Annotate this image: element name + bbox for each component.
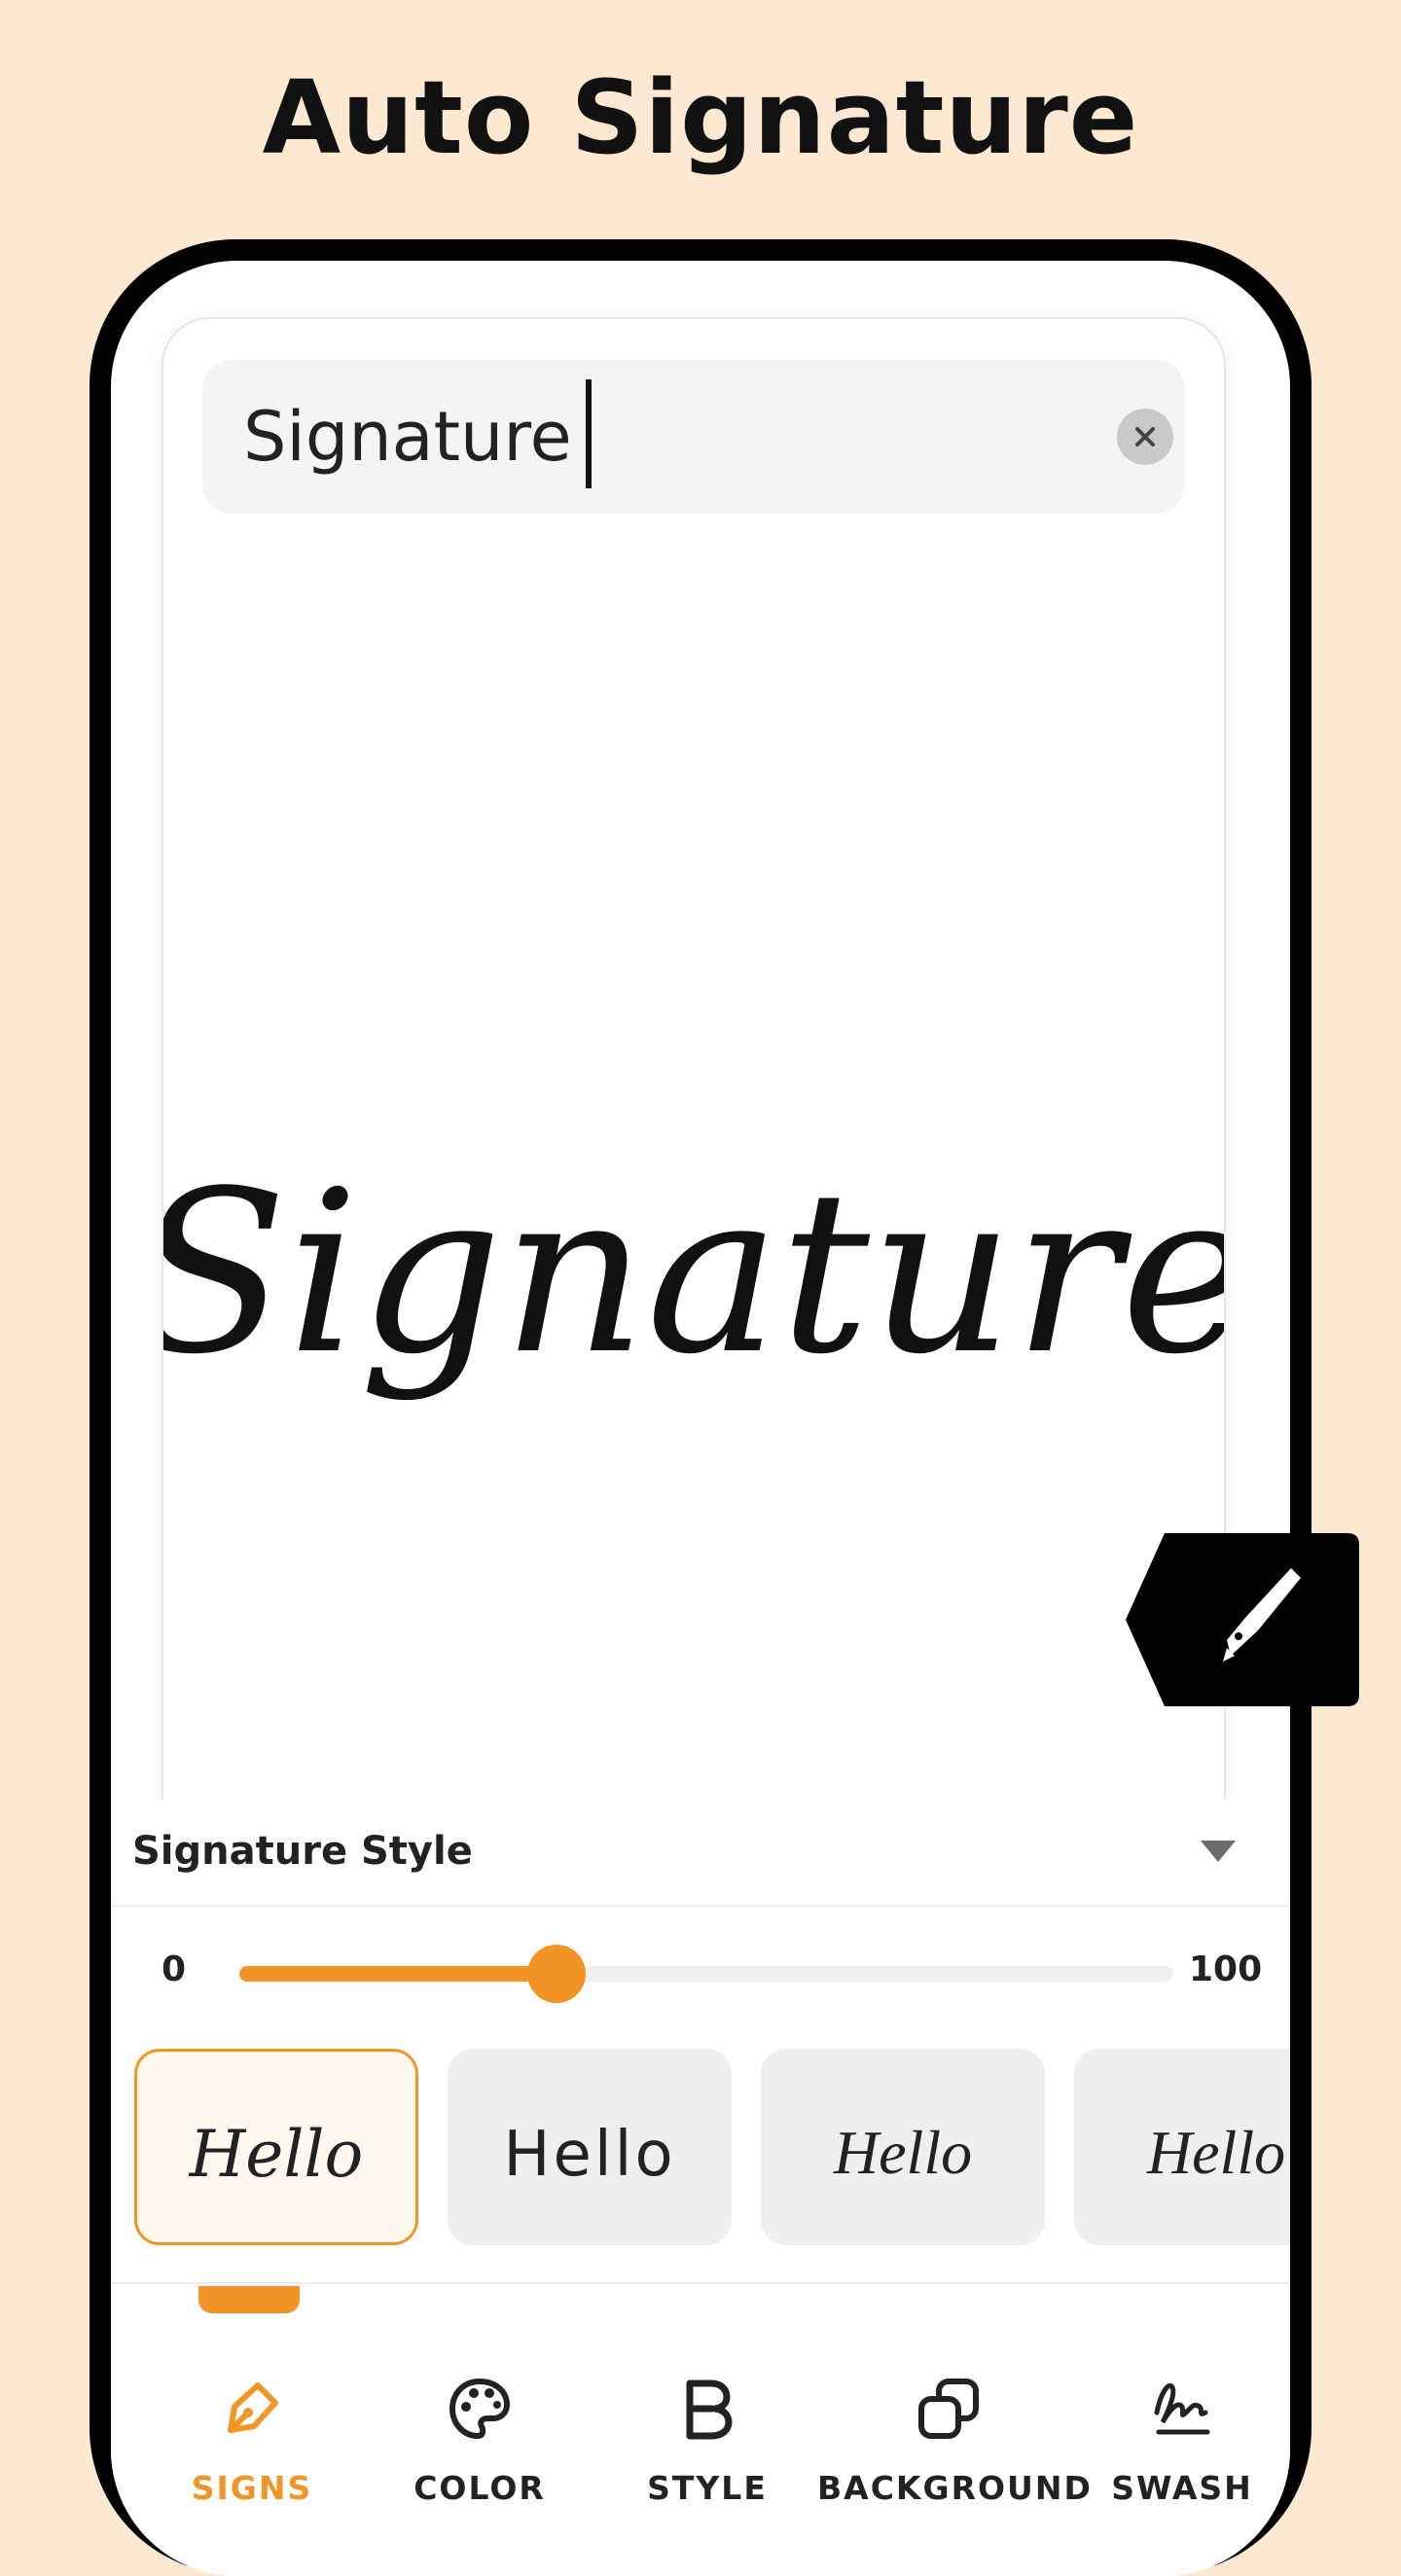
style-option-label: Hello [833,2118,972,2187]
nav-item-style[interactable]: STYLE [599,2286,815,2520]
panel-header[interactable]: Signature Style [111,1800,1290,1907]
style-option-label: Hello [503,2119,675,2191]
style-options: Hello Hello Hello Hello [111,2049,1290,2253]
app-screen: Signature Signature Style 0 100 [111,261,1290,2576]
signature-preview: Signature [134,1117,1253,1467]
slider-min-label: 0 [162,1950,187,1989]
nav-label-background: BACKGROUND [817,2469,1093,2507]
nav-label-signs: SIGNS [191,2469,313,2507]
size-slider-row: 0 100 [111,1907,1290,2033]
text-caret [586,379,592,488]
nav-item-color[interactable]: COLOR [372,2286,588,2520]
signature-input[interactable] [243,360,1060,514]
nav-item-swash[interactable]: SWASH [1090,2286,1275,2520]
slider-max-label: 100 [1189,1950,1263,1989]
nav-item-signs[interactable]: SIGNS [144,2286,360,2520]
size-slider-fill [239,1966,557,1982]
swash-icon [1154,2383,1210,2435]
signature-preview-text: Signature [163,1144,1224,1404]
style-option-2[interactable]: Hello [448,2049,732,2245]
nav-label-style: STYLE [647,2469,768,2507]
signature-text-field[interactable] [202,360,1185,514]
panel-title: Signature Style [132,1829,473,1874]
panel-divider [111,2282,1290,2284]
style-option-1[interactable]: Hello [134,2049,418,2245]
nav-item-background[interactable]: BACKGROUND [817,2286,1093,2520]
signature-pen-button[interactable] [1126,1533,1359,1706]
bottom-nav: SIGNS COLOR STYLE BACKGROUND SWASH [111,2286,1290,2576]
style-option-label: Hello [189,2117,364,2192]
nav-label-color: COLOR [413,2469,546,2507]
style-panel: Signature Style 0 100 Hello Hello Hello … [111,1800,1290,2576]
style-option-4[interactable]: Hello [1074,2049,1290,2245]
palette-icon [449,2379,510,2439]
hero-title: Auto Signature [262,58,1139,177]
nav-label-swash: SWASH [1111,2469,1253,2507]
layers-icon [918,2379,979,2439]
style-option-3[interactable]: Hello [761,2049,1045,2245]
clear-text-button[interactable] [1117,409,1173,465]
size-slider-track[interactable] [239,1945,1173,2003]
phone-frame: Signature Signature Style 0 100 [90,239,1311,2576]
caret-down-icon[interactable] [1199,1839,1238,1864]
size-slider-thumb[interactable] [527,1945,587,2003]
style-option-label: Hello [1146,2118,1285,2187]
bold-b-icon [686,2379,733,2440]
pen-nib-icon [228,2382,278,2433]
close-icon [1135,427,1155,447]
